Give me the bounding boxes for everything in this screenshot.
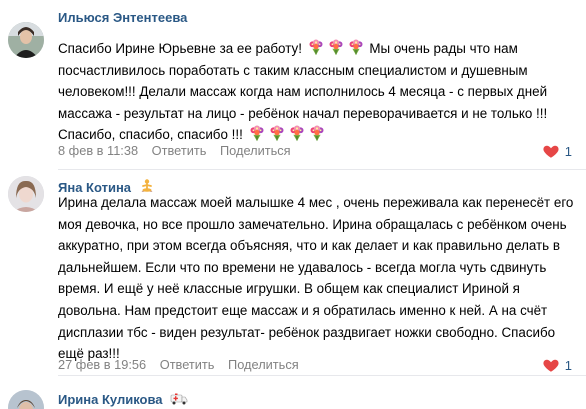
comment-text: Спасибо Ирине Юрьевне за ее работу! Мы о… [58,38,578,146]
like-button[interactable]: 1 [542,142,572,160]
comment-author[interactable]: Ильюся Энтентеева [58,10,187,25]
heart-icon [542,142,560,160]
comment-text-part: Спасибо Ирине Юрьевне за ее работу! [58,41,302,56]
comment-author[interactable]: Ирина Куликова [58,390,188,407]
comment-item: Яна Котина Ирина делала массаж моей малы… [0,170,586,376]
like-count: 1 [564,357,572,373]
share-button[interactable]: Поделиться [228,357,299,372]
comment-meta: 27 фев в 19:56 Ответить Поделиться [58,357,309,372]
share-button[interactable]: Поделиться [220,143,291,158]
comment-meta: 8 фев в 11:38 Ответить Поделиться [58,143,301,158]
bouquet-icon [306,41,366,56]
like-count: 1 [564,143,572,159]
comment-date[interactable]: 27 фев в 19:56 [58,357,146,372]
bouquet-icon [247,127,327,142]
comment-item: Ирина Куликова [0,376,586,409]
avatar[interactable] [8,22,44,58]
reply-button[interactable]: Ответить [152,143,207,158]
like-button[interactable]: 1 [542,356,572,374]
avatar[interactable] [8,390,44,409]
comment-item: Ильюся Энтентеева Спасибо Ирине Юрьевне … [0,0,586,170]
ambulance-icon [170,393,188,405]
heart-icon [542,356,560,374]
author-name[interactable]: Ирина Куликова [58,392,163,407]
avatar[interactable] [8,176,44,212]
reply-button[interactable]: Ответить [160,357,215,372]
comment-date[interactable]: 8 фев в 11:38 [58,143,138,158]
comment-text: Ирина делала массаж моей малышке 4 мес ,… [58,195,574,362]
